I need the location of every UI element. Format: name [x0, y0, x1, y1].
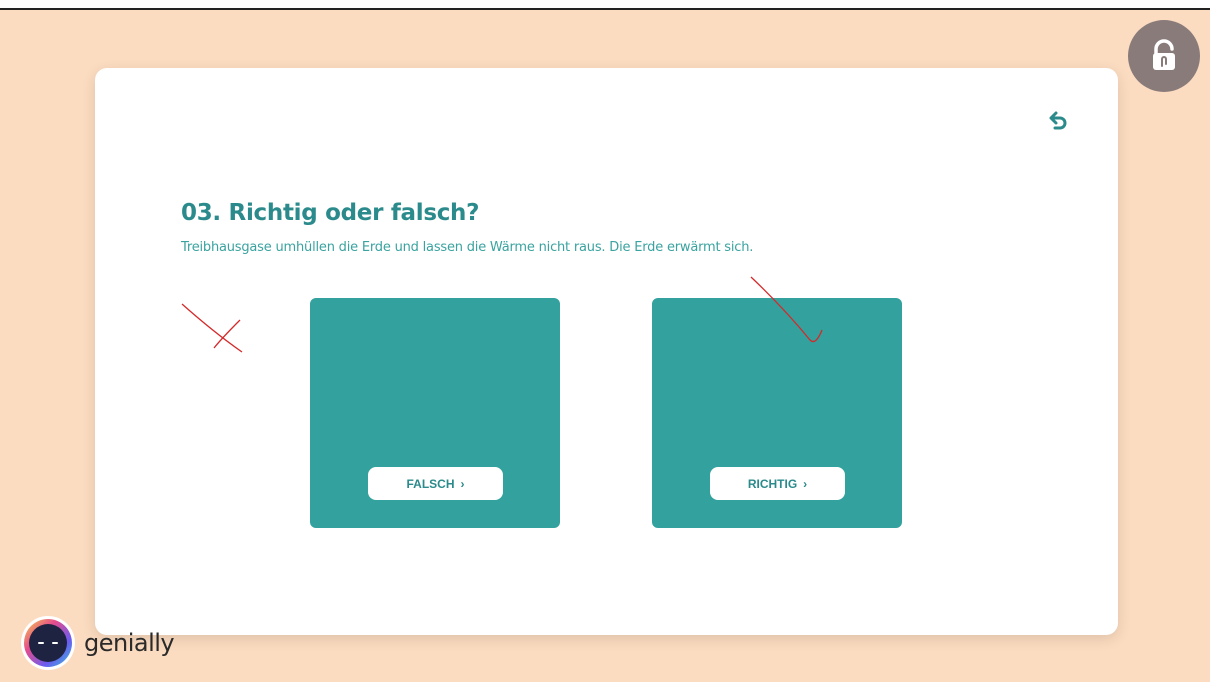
unlock-interaction-button[interactable] — [1128, 20, 1200, 92]
chevron-right-icon: › — [803, 476, 808, 491]
chevron-right-icon: › — [460, 476, 465, 491]
option-tile-richtig[interactable]: RICHTIG › — [652, 298, 902, 528]
richtig-button-label: RICHTIG — [747, 476, 798, 491]
genially-branding[interactable]: genially — [20, 615, 175, 671]
undo-arrow-icon — [1049, 111, 1067, 130]
falsch-button[interactable]: FALSCH › — [368, 467, 503, 500]
genially-logo-icon — [21, 616, 75, 670]
richtig-button[interactable]: RICHTIG › — [710, 467, 845, 500]
falsch-button-label: FALSCH — [406, 476, 455, 491]
question-statement: Treibhausgase umhüllen die Erde und lass… — [181, 240, 754, 255]
quiz-card: 03. Richtig oder falsch? Treibhausgase u… — [95, 68, 1118, 635]
question-title: 03. Richtig oder falsch? — [181, 200, 480, 226]
window-top-bar — [0, 0, 1210, 10]
hand-unlock-icon — [1153, 39, 1175, 70]
back-button[interactable] — [1045, 108, 1071, 134]
brand-name: genially — [84, 629, 175, 657]
option-tile-falsch[interactable]: FALSCH › — [310, 298, 560, 528]
